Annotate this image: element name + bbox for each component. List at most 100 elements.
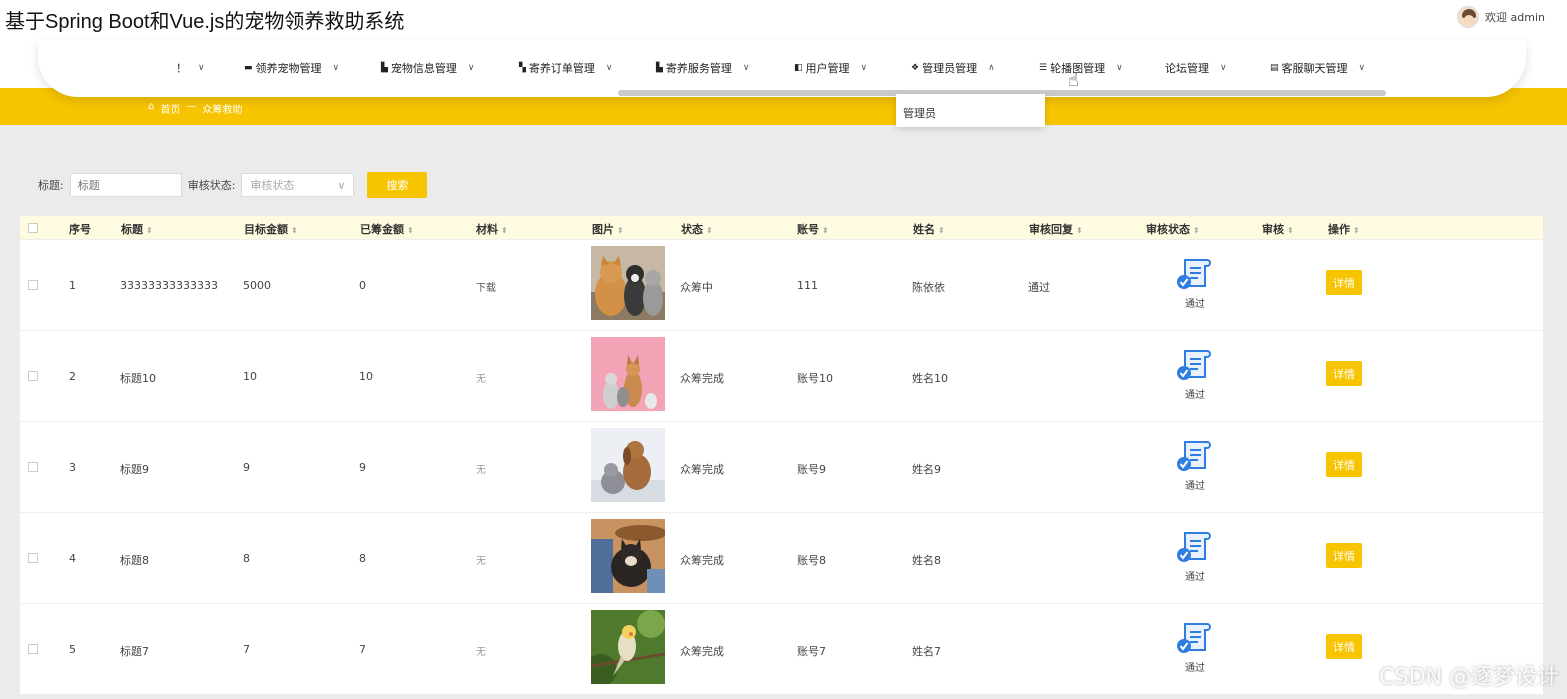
row-checkbox[interactable] xyxy=(28,462,38,472)
chevron-down-icon: ∨ xyxy=(337,178,346,192)
table-row: 2 标题10 10 10 无 众筹完成 账号10 姓名10 通过 详情 xyxy=(20,331,1543,422)
cell-material-download[interactable]: 下载 xyxy=(476,279,496,294)
sort-icon: ⬍ xyxy=(1076,226,1083,235)
cell-name: 姓名8 xyxy=(912,554,941,567)
sort-icon: ⬍ xyxy=(706,226,713,235)
audit-status-select[interactable]: 审核状态 ∨ xyxy=(241,173,355,197)
chevron-down-icon: ∨ xyxy=(1358,63,1366,73)
header-account[interactable]: 账号 ⬍ xyxy=(797,221,829,237)
nav-item-admins[interactable]: ❖ 管理员管理 ∧ xyxy=(911,60,995,76)
hand-cursor-icon: ☝ xyxy=(1068,70,1079,91)
chevron-up-icon: ∧ xyxy=(988,63,995,73)
cell-raised: 10 xyxy=(359,370,373,383)
table-row: 4 标题8 8 8 无 众筹完成 账号8 姓名8 通过 详情 xyxy=(20,513,1543,604)
select-all-checkbox[interactable] xyxy=(28,223,38,233)
chart-icon: ▙ xyxy=(656,63,663,73)
cell-status: 众筹完成 xyxy=(680,645,724,658)
audit-status: 通过 xyxy=(1176,529,1214,583)
header-title[interactable]: 标题 ⬍ xyxy=(121,221,153,237)
row-checkbox[interactable] xyxy=(28,644,38,654)
cell-status: 众筹完成 xyxy=(680,372,724,385)
nav-item-foster-orders[interactable]: ▚ 寄养订单管理 ∨ xyxy=(519,60,613,76)
admin-dropdown: 管理员 xyxy=(896,94,1045,127)
nav-item-carousel[interactable]: ☰ 轮播图管理 ∨ xyxy=(1039,60,1123,76)
sort-icon: ⬍ xyxy=(501,226,508,235)
cell-target: 7 xyxy=(243,643,250,656)
header-actions[interactable]: 操作 ⬍ xyxy=(1328,221,1360,237)
cell-account: 账号8 xyxy=(797,554,826,567)
chevron-down-icon: ∨ xyxy=(742,63,750,73)
audit-status: 通过 xyxy=(1176,620,1214,674)
breadcrumb-current: 众筹救助 xyxy=(202,105,243,116)
audit-status-label: 通过 xyxy=(1185,299,1205,310)
sort-icon: ⬍ xyxy=(146,226,153,235)
approved-document-icon xyxy=(1177,441,1211,471)
header-material[interactable]: 材料 ⬍ xyxy=(476,221,508,237)
audit-status: 通过 xyxy=(1176,256,1214,310)
header-audit[interactable]: 审核 ⬍ xyxy=(1262,221,1294,237)
cell-account: 111 xyxy=(797,279,818,292)
breadcrumb-home[interactable]: 首页 xyxy=(160,101,180,116)
nav-item-exclaim[interactable]: ！ ∨ xyxy=(176,60,205,76)
cell-status: 众筹完成 xyxy=(680,463,724,476)
chevron-down-icon: ∨ xyxy=(860,63,868,73)
nav-item-forum[interactable]: 论坛管理 ∨ xyxy=(1165,60,1227,76)
cell-title: 标题7 xyxy=(120,645,149,658)
main-nav: ！ ∨ ▬ 领养宠物管理 ∨ ▙ 宠物信息管理 ∨ ▚ 寄养订单管理 ∨ ▙ 寄养服务管理 ∨ ◧… xyxy=(38,40,1526,97)
detail-button[interactable]: 详情 xyxy=(1326,361,1362,386)
sort-icon: ⬍ xyxy=(617,226,624,235)
dropdown-item-admin[interactable]: 管理员 xyxy=(903,105,936,121)
cell-material: 无 xyxy=(476,556,486,567)
nav-item-users[interactable]: ◧ 用户管理 ∨ xyxy=(794,60,867,76)
home-icon: ⌂ xyxy=(148,101,155,112)
nav-item-adoption-pets[interactable]: ▬ 领养宠物管理 ∨ xyxy=(244,60,339,76)
header-target[interactable]: 目标金额 ⬍ xyxy=(244,221,298,237)
cell-no: 4 xyxy=(69,552,76,565)
approved-document-icon xyxy=(1177,532,1211,562)
search-button[interactable]: 搜索 xyxy=(367,172,428,198)
detail-button[interactable]: 详情 xyxy=(1326,543,1362,568)
sort-icon: ⬍ xyxy=(291,226,298,235)
audit-status-label: 通过 xyxy=(1185,481,1205,492)
table-header: 序号 标题 ⬍ 目标金额 ⬍ 已筹金额 ⬍ 材料 ⬍ 图片 ⬍ 状态 ⬍ 账号 ⬍ 姓名 ⬍ 审… xyxy=(20,216,1543,240)
detail-button[interactable]: 详情 xyxy=(1326,452,1362,477)
cell-title: 标题10 xyxy=(120,372,156,385)
cell-account: 账号7 xyxy=(797,645,826,658)
header-status[interactable]: 状态 ⬍ xyxy=(681,221,713,237)
nav-item-service-chat[interactable]: ▤ 客服聊天管理 ∨ xyxy=(1270,60,1365,76)
sort-icon: ⬍ xyxy=(1287,226,1294,235)
cell-account: 账号10 xyxy=(797,372,833,385)
nav-item-pet-info[interactable]: ▙ 宠物信息管理 ∨ xyxy=(381,60,475,76)
nav-item-foster-services[interactable]: ▙ 寄养服务管理 ∨ xyxy=(656,60,750,76)
header-name[interactable]: 姓名 ⬍ xyxy=(913,221,945,237)
breadcrumb: ⌂ 首页 — 众筹救助 xyxy=(148,101,242,116)
header-reply[interactable]: 审核回复 ⬍ xyxy=(1029,221,1083,237)
cell-raised: 0 xyxy=(359,279,366,292)
detail-button[interactable]: 详情 xyxy=(1326,634,1362,659)
user-menu[interactable]: 欢迎 admin xyxy=(1457,6,1545,28)
header-image[interactable]: 图片 ⬍ xyxy=(592,221,624,237)
header-audit-status[interactable]: 审核状态 ⬍ xyxy=(1146,221,1200,237)
row-checkbox[interactable] xyxy=(28,371,38,381)
app-title: 基于Spring Boot和Vue.js的宠物领养救助系统 xyxy=(5,11,405,33)
crowdfunding-table: 序号 标题 ⬍ 目标金额 ⬍ 已筹金额 ⬍ 材料 ⬍ 图片 ⬍ 状态 ⬍ 账号 ⬍ 姓名 ⬍ 审… xyxy=(20,216,1543,695)
cell-target: 8 xyxy=(243,552,250,565)
row-checkbox[interactable] xyxy=(28,553,38,563)
avatar[interactable] xyxy=(1457,6,1480,28)
title-input[interactable] xyxy=(69,173,182,197)
pet-image-dog-cat xyxy=(591,428,665,502)
cell-raised: 8 xyxy=(359,552,366,565)
user-greeting[interactable]: 欢迎 admin xyxy=(1485,9,1545,25)
search-bar: 标题: 审核状态: 审核状态 ∨ 搜索 xyxy=(38,172,428,198)
cell-no: 2 xyxy=(69,370,76,383)
header-no: 序号 xyxy=(69,223,91,236)
chevron-down-icon: ∨ xyxy=(1116,63,1123,73)
row-checkbox[interactable] xyxy=(28,280,38,290)
cell-reply: 通过 xyxy=(1028,281,1050,294)
pet-image-dogs-pink xyxy=(591,337,665,411)
table-row: 3 标题9 9 9 无 众筹完成 账号9 姓名9 通过 详情 xyxy=(20,422,1543,513)
cell-status: 众筹完成 xyxy=(680,554,724,567)
cell-name: 陈依依 xyxy=(912,281,945,294)
detail-button[interactable]: 详情 xyxy=(1326,270,1362,295)
header-raised[interactable]: 已筹金额 ⬍ xyxy=(360,221,414,237)
